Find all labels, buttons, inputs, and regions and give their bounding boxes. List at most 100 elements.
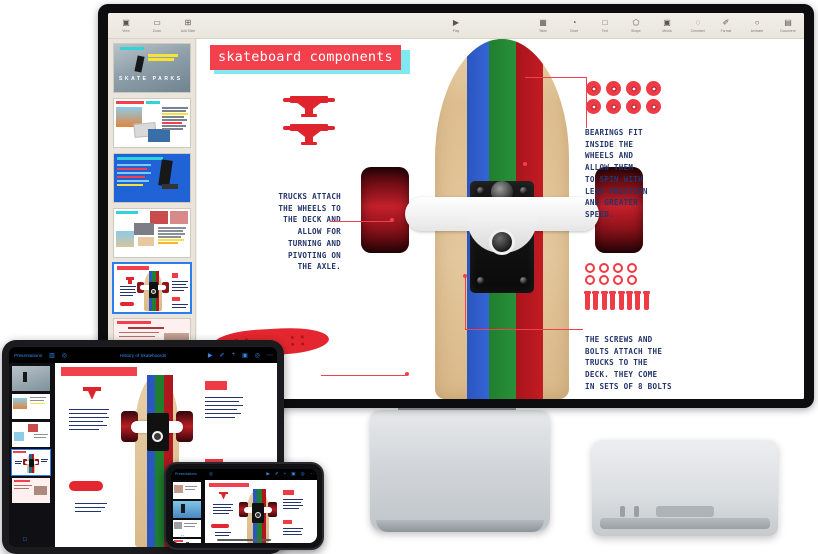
callout-bearings-text: BEARINGS FIT INSIDE THE WHEELS AND ALLOW… [585,128,648,219]
add-icon[interactable]: + [284,471,287,477]
toolbar-label: Animate [750,28,764,33]
ipad-document-title: History of Skateboards [119,352,167,358]
bolt-icon [617,291,625,310]
ipad-presentations-button[interactable]: Presentations [14,353,42,358]
bolt-icon [634,291,642,310]
play-icon[interactable]: ▶ [266,471,269,477]
play-icon: ▶ [452,18,460,28]
toolbar-button-media[interactable]: ▣ Media [657,18,677,33]
collaborate-icon[interactable]: ◎ [301,471,305,477]
toolbar-label: Media [662,28,672,33]
ipad-slide-navigator[interactable]: □ [9,363,55,547]
toolbar-label: Add Slide [180,28,196,33]
iphone-slide-thumbnail-2[interactable] [173,501,201,518]
media-icon: ▣ [663,18,671,28]
more-icon[interactable]: ⋯ [310,471,315,477]
ipad-slide-thumbnail-5[interactable] [12,478,50,503]
iphone-home-indicator [217,539,271,541]
mount-screw-icon [520,187,527,194]
add-icon[interactable]: + [232,352,236,358]
add-slide-icon: ⊞ [184,18,192,28]
ipad-slide-thumbnail-4[interactable] [11,449,51,476]
bolt-icon [600,291,608,310]
iphone-toolbar: Presentations ◎ ▶ ✐ + ▣ ◎ ⋯ [171,469,317,480]
toolbar-button-comment[interactable]: ◌ Comment [688,18,708,33]
toolbar-button-table[interactable]: ▦ Table [533,18,553,33]
slide-view-icon[interactable]: ▥ [49,352,55,359]
slide-thumbnail-2[interactable]: 2 [113,98,191,148]
toolbar-button-format[interactable]: ✐ Format [716,18,736,33]
toolbar-button-zoom[interactable]: ▭ Zoom [147,18,167,33]
iphone-slide-thumbnail-1[interactable] [173,482,201,499]
toolbar-label: Zoom [152,28,162,33]
screw-icon [585,263,595,273]
media-icon[interactable]: ▣ [291,471,295,477]
toolbar-left-group: ▣ View ▭ Zoom ⊞ Add Slide [116,18,198,33]
slide-thumbnail-1[interactable]: SKATE PARKS 1 [113,43,191,93]
iphone-slide-thumbnail-4[interactable] [173,539,201,543]
mount-screw-icon [477,187,484,194]
iphone-slide-thumbnail-3[interactable] [173,520,201,537]
shape-icon: ⬠ [632,18,640,28]
iphone-slide-canvas[interactable] [205,480,317,543]
zoom-icon[interactable]: ◎ [209,471,213,477]
format-brush-icon: ✐ [722,18,730,28]
toolbar-inspector-group: ✐ Format ○ Animate ▤ Document [716,18,798,33]
toolbar-button-text[interactable]: □ Text [595,18,615,33]
toolbar-button-view[interactable]: ▣ View [116,18,136,33]
connector-line-deck [321,375,407,377]
text-icon: □ [602,18,608,28]
toolbar-button-chart[interactable]: ◔ Chart [564,18,584,33]
toolbar-button-shape[interactable]: ⬠ Shape [626,18,646,33]
iphone-slide-title [209,483,249,487]
ipad-slide-thumbnail-3[interactable] [12,422,50,447]
iphone-presentations-button[interactable]: Presentations [175,472,197,476]
screw-icon [627,263,637,273]
animate-icon[interactable]: ✐ [220,352,225,359]
toolbar-button-document[interactable]: ▤ Document [778,18,798,33]
ipad-toolbar: Presentations ▥ ◎ History of Skateboards… [9,347,277,363]
ipad-slide-thumbnail-2[interactable] [12,394,50,419]
toolbar-center-group: ▶ Play [446,18,466,33]
more-icon[interactable]: ⋯ [267,352,273,359]
ipad-kingpin [152,431,163,442]
slide-canvas[interactable]: skateboard components TRUCKS ATTACH THE … [197,39,804,399]
animate-icon[interactable]: ✐ [275,471,279,477]
bearing-icon [626,99,641,114]
connector-line-bearings-v [586,78,588,128]
iphone-add-slide-icon[interactable]: □ [181,534,184,540]
connector-dot-bearings [523,162,527,166]
screws-icon-group [585,263,639,285]
iphone: Presentations ◎ ▶ ✐ + ▣ ◎ ⋯ □ [164,462,324,550]
connector-line-screws-v [465,276,467,330]
usb-c-port-icon [620,506,625,517]
play-icon[interactable]: ▶ [208,352,213,359]
media-icon[interactable]: ▣ [242,352,248,359]
toolbar-button-animate[interactable]: ○ Animate [747,18,767,33]
iphone-slide-navigator[interactable]: □ [171,480,205,543]
truck-hanger [405,197,599,253]
slide-thumbnail-5[interactable]: 5 [112,262,192,314]
bolts-icon-group [584,291,650,310]
bearing-icon [586,81,601,96]
bolt-icon [609,291,617,310]
callout-trucks-text: TRUCKS ATTACH THE WHEELS TO THE DECK AND… [278,192,341,272]
ipad-slide-thumbnail-1[interactable] [12,366,50,391]
toolbar-button-add-slide[interactable]: ⊞ Add Slide [178,18,198,33]
ipad-truck-icon [83,387,101,391]
product-family-scene: ▣ View ▭ Zoom ⊞ Add Slide ▶ Play ▦ Table… [0,0,818,554]
collaborate-icon[interactable]: ◎ [255,352,260,359]
display-stand-base [370,410,550,532]
mac-studio [592,440,778,536]
toolbar-button-play[interactable]: ▶ Play [446,18,466,33]
slide-thumbnail-3[interactable]: 3 [113,153,191,203]
comment-icon: ◌ [695,18,701,28]
ipad-slide-title [61,367,137,376]
iphone-deck-shape-icon [211,524,229,528]
iphone-toolbar-actions: ▶ ✐ + ▣ ◎ ⋯ [266,471,314,477]
bearing-icon [646,99,661,114]
toolbar-label: Shape [631,28,641,33]
ipad-add-slide-icon[interactable]: □ [23,537,27,543]
zoom-icon[interactable]: ◎ [62,352,67,359]
slide-thumbnail-4[interactable]: 4 [113,208,191,258]
